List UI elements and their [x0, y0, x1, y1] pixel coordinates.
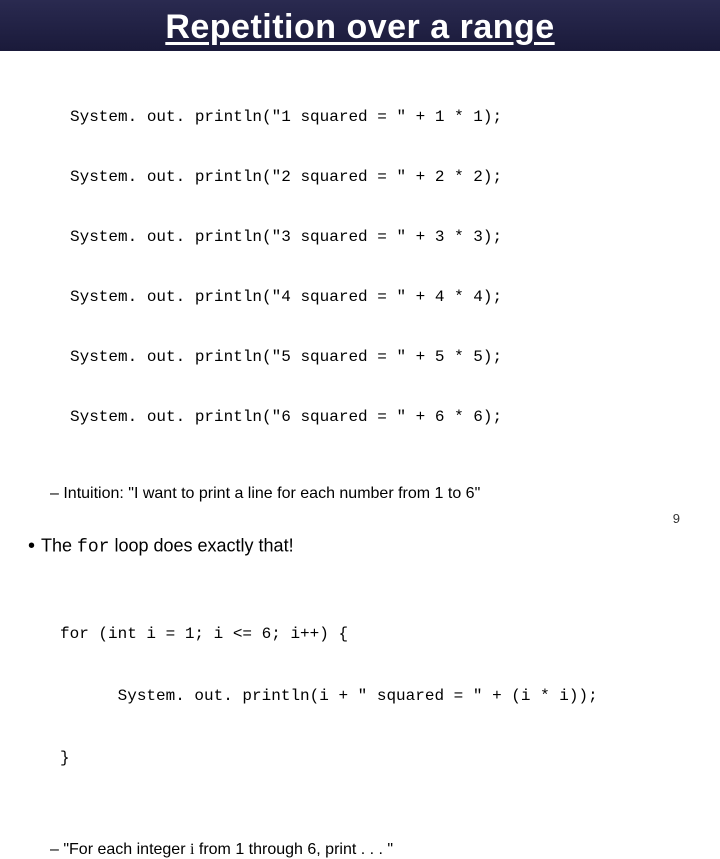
foreach-prefix: –: [50, 841, 63, 858]
code-block-repeated-println: System. out. println("1 squared = " + 1 …: [70, 67, 720, 467]
code-line: System. out. println("6 squared = " + 6 …: [70, 407, 720, 427]
slide-header: Repetition over a range: [0, 0, 720, 51]
slide-content: System. out. println("1 squared = " + 1 …: [0, 51, 720, 859]
code-line: }: [60, 748, 720, 769]
code-line: for (int i = 1; i <= 6; i++) {: [60, 624, 720, 645]
code-line: System. out. println(i + " squared = " +…: [60, 686, 720, 707]
code-line: System. out. println("4 squared = " + 4 …: [70, 287, 720, 307]
slide-title: Repetition over a range: [0, 8, 720, 47]
intuition-text: "I want to print a line for each number …: [128, 485, 480, 502]
code-line: System. out. println("1 squared = " + 1 …: [70, 107, 720, 127]
bullet-dot-icon: •: [28, 535, 35, 557]
code-line: System. out. println("5 squared = " + 5 …: [70, 347, 720, 367]
code-block-for-loop: for (int i = 1; i <= 6; i++) { System. o…: [60, 582, 720, 811]
foreach-q2: from 1 through 6, print . . . ": [194, 841, 393, 858]
for-each-line: – "For each integer i from 1 through 6, …: [50, 841, 720, 859]
code-line: System. out. println("2 squared = " + 2 …: [70, 167, 720, 187]
bullet-pre: The: [41, 535, 77, 555]
intuition-prefix: – Intuition:: [50, 485, 128, 502]
foreach-q1: "For each integer: [63, 841, 190, 858]
intuition-line: – Intuition: "I want to print a line for…: [50, 485, 720, 503]
page-number: 9: [673, 511, 680, 526]
for-keyword: for: [77, 537, 109, 557]
bullet-post: loop does exactly that!: [109, 535, 293, 555]
code-line: System. out. println("3 squared = " + 3 …: [70, 227, 720, 247]
bullet-for-loop: • The for loop does exactly that!: [28, 535, 720, 558]
